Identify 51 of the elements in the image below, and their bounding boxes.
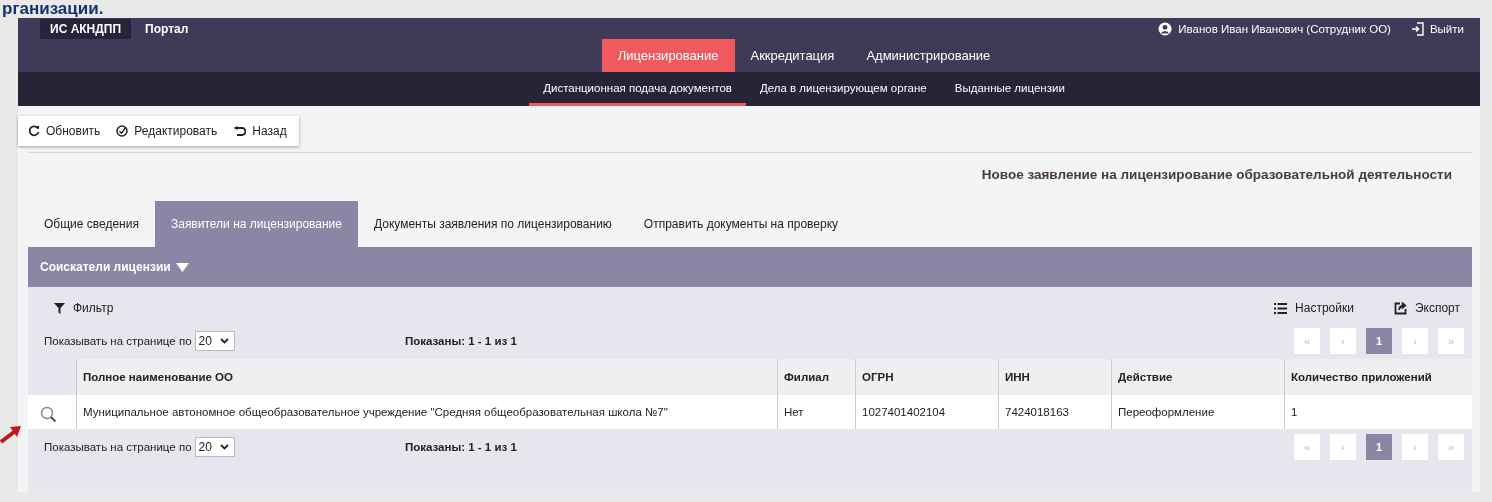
logout-icon	[1410, 21, 1424, 36]
table-cell: Муниципальное автономное общеобразовательное учреждение "Средняя общеобразовательная школа №7"	[83, 406, 668, 418]
list-icon	[1274, 302, 1288, 314]
subnav-tab[interactable]: Дела в лицензирующем органе	[745, 72, 941, 106]
page-title: Новое заявление на лицензирование образовательной деятельности	[981, 167, 1452, 184]
search-icon[interactable]	[40, 405, 57, 423]
caret-icon	[219, 444, 229, 450]
table-cell: Нет	[784, 406, 804, 418]
nav-tab[interactable]: Аккредитация	[734, 39, 851, 72]
column-header: Действие	[1118, 371, 1173, 383]
export-button[interactable]: Экспорт	[1393, 301, 1460, 315]
portal-link[interactable]: Портал	[145, 21, 189, 36]
logout-link[interactable]: Выйти	[1429, 22, 1464, 35]
user-name[interactable]: Иванов Иван Иванович (Сотрудник ОО)	[1178, 22, 1391, 35]
check-circle-icon	[116, 125, 129, 137]
caret-icon	[219, 338, 229, 344]
shown-count: Показаны: 1 - 1 из 1	[404, 441, 517, 453]
column-header: Количество приложений	[1291, 371, 1432, 383]
refresh-icon	[28, 125, 40, 137]
app-logo[interactable]: ИС АКНДПП	[40, 18, 132, 39]
user-icon	[1158, 21, 1173, 36]
toolbar-button[interactable]: Назад	[233, 124, 287, 138]
subnav-tab[interactable]: Выданные лицензии	[940, 72, 1079, 106]
toolbar-button[interactable]: Обновить	[28, 124, 101, 138]
filter-icon	[54, 302, 65, 314]
per-page-label: Показывать на странице по	[44, 441, 192, 453]
shown-count: Показаны: 1 - 1 из 1	[404, 335, 517, 347]
per-page-label: Показывать на странице по	[44, 335, 192, 347]
settings-button[interactable]: Настройки	[1274, 301, 1354, 315]
export-icon	[1393, 301, 1407, 315]
tab[interactable]: Отправить документы на проверку	[627, 201, 855, 247]
subnav-tab[interactable]: Дистанционная подача документов	[529, 72, 746, 106]
per-page-select[interactable]: 20	[194, 331, 235, 351]
nav-tab[interactable]: Администрирование	[850, 39, 1007, 72]
slide-caption: рганизации.	[2, 0, 104, 18]
column-header: Полное наименование ОО	[83, 371, 233, 383]
column-header: ОГРН	[862, 371, 894, 383]
filter-button[interactable]: Фильтр	[54, 301, 114, 315]
per-page-select[interactable]: 20	[194, 437, 235, 457]
back-icon	[233, 125, 247, 137]
table-cell: 7424018163	[1005, 406, 1069, 418]
table-cell: Переоформление	[1118, 406, 1215, 418]
column-header: Филиал	[784, 371, 829, 383]
table-cell: 1	[1291, 406, 1298, 418]
table-cell: 1027401402104	[862, 406, 946, 418]
column-header: ИНН	[1005, 371, 1030, 383]
tab[interactable]: Общие сведения	[28, 201, 155, 247]
section-title: Соискатели лицензии	[40, 260, 171, 274]
toolbar-button[interactable]: Редактировать	[116, 124, 218, 138]
tab[interactable]: Документы заявления по лицензированию	[358, 201, 628, 247]
arrow-icon	[0, 424, 22, 444]
